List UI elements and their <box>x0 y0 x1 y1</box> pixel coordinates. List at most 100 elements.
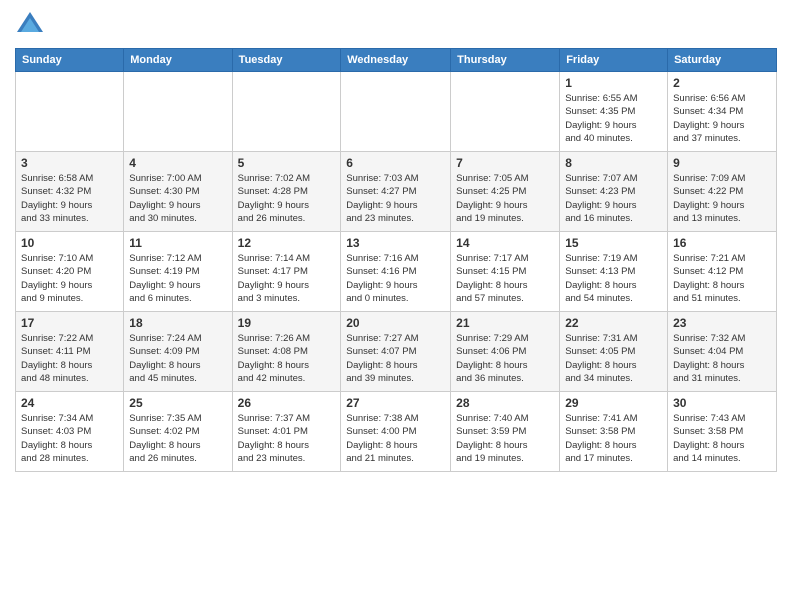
day-number: 2 <box>673 76 771 90</box>
day-number: 29 <box>565 396 662 410</box>
day-cell: 9 Sunrise: 7:09 AM Sunset: 4:22 PM Daylig… <box>668 152 777 232</box>
day-info: Sunrise: 7:16 AM Sunset: 4:16 PM Dayligh… <box>346 252 445 305</box>
day-cell: 30 Sunrise: 7:43 AM Sunset: 3:58 PM Dayli… <box>668 392 777 472</box>
day-info: Sunrise: 7:26 AM Sunset: 4:08 PM Dayligh… <box>238 332 336 385</box>
day-info: Sunrise: 7:09 AM Sunset: 4:22 PM Dayligh… <box>673 172 771 225</box>
day-number: 16 <box>673 236 771 250</box>
day-number: 14 <box>456 236 554 250</box>
weekday-header-tuesday: Tuesday <box>232 49 341 72</box>
day-cell: 4 Sunrise: 7:00 AM Sunset: 4:30 PM Daylig… <box>124 152 232 232</box>
day-cell: 8Sunrise: 7:07 AM Sunset: 4:23 PM Daylig… <box>560 152 668 232</box>
calendar: SundayMondayTuesdayWednesdayThursdayFrid… <box>15 48 777 472</box>
day-info: Sunrise: 7:03 AM Sunset: 4:27 PM Dayligh… <box>346 172 445 225</box>
weekday-header-friday: Friday <box>560 49 668 72</box>
day-info: Sunrise: 7:43 AM Sunset: 3:58 PM Dayligh… <box>673 412 771 465</box>
day-number: 15 <box>565 236 662 250</box>
day-number: 3 <box>21 156 118 170</box>
day-cell: 7 Sunrise: 7:05 AM Sunset: 4:25 PM Daylig… <box>451 152 560 232</box>
day-info: Sunrise: 7:24 AM Sunset: 4:09 PM Dayligh… <box>129 332 226 385</box>
day-info: Sunrise: 7:35 AM Sunset: 4:02 PM Dayligh… <box>129 412 226 465</box>
calendar-header: SundayMondayTuesdayWednesdayThursdayFrid… <box>16 49 777 72</box>
day-info: Sunrise: 7:32 AM Sunset: 4:04 PM Dayligh… <box>673 332 771 385</box>
day-cell: 14 Sunrise: 7:17 AM Sunset: 4:15 PM Dayli… <box>451 232 560 312</box>
day-info: Sunrise: 7:38 AM Sunset: 4:00 PM Dayligh… <box>346 412 445 465</box>
day-number: 13 <box>346 236 445 250</box>
day-cell: 16 Sunrise: 7:21 AM Sunset: 4:12 PM Dayli… <box>668 232 777 312</box>
day-number: 9 <box>673 156 771 170</box>
day-number: 11 <box>129 236 226 250</box>
day-cell: 18 Sunrise: 7:24 AM Sunset: 4:09 PM Dayli… <box>124 312 232 392</box>
day-info: Sunrise: 7:31 AM Sunset: 4:05 PM Dayligh… <box>565 332 662 385</box>
day-number: 21 <box>456 316 554 330</box>
day-cell: 11 Sunrise: 7:12 AM Sunset: 4:19 PM Dayli… <box>124 232 232 312</box>
week-row-4: 17Sunrise: 7:22 AM Sunset: 4:11 PM Dayli… <box>16 312 777 392</box>
day-info: Sunrise: 7:12 AM Sunset: 4:19 PM Dayligh… <box>129 252 226 305</box>
day-number: 25 <box>129 396 226 410</box>
day-number: 5 <box>238 156 336 170</box>
day-info: Sunrise: 7:40 AM Sunset: 3:59 PM Dayligh… <box>456 412 554 465</box>
weekday-header-monday: Monday <box>124 49 232 72</box>
day-number: 22 <box>565 316 662 330</box>
weekday-header-saturday: Saturday <box>668 49 777 72</box>
day-number: 4 <box>129 156 226 170</box>
day-cell: 1 Sunrise: 6:55 AM Sunset: 4:35 PM Daylig… <box>560 72 668 152</box>
header <box>15 10 777 40</box>
day-cell: 10 Sunrise: 7:10 AM Sunset: 4:20 PM Dayli… <box>16 232 124 312</box>
day-cell: 23 Sunrise: 7:32 AM Sunset: 4:04 PM Dayli… <box>668 312 777 392</box>
day-number: 18 <box>129 316 226 330</box>
day-number: 8 <box>565 156 662 170</box>
day-number: 6 <box>346 156 445 170</box>
day-info: Sunrise: 7:19 AM Sunset: 4:13 PM Dayligh… <box>565 252 662 305</box>
day-number: 7 <box>456 156 554 170</box>
weekday-header-wednesday: Wednesday <box>341 49 451 72</box>
day-info: Sunrise: 7:37 AM Sunset: 4:01 PM Dayligh… <box>238 412 336 465</box>
day-cell: 5 Sunrise: 7:02 AM Sunset: 4:28 PM Daylig… <box>232 152 341 232</box>
day-cell <box>451 72 560 152</box>
day-info: Sunrise: 7:17 AM Sunset: 4:15 PM Dayligh… <box>456 252 554 305</box>
day-number: 1 <box>565 76 662 90</box>
day-cell: 6 Sunrise: 7:03 AM Sunset: 4:27 PM Daylig… <box>341 152 451 232</box>
day-number: 23 <box>673 316 771 330</box>
day-cell: 13 Sunrise: 7:16 AM Sunset: 4:16 PM Dayli… <box>341 232 451 312</box>
day-cell: 27 Sunrise: 7:38 AM Sunset: 4:00 PM Dayli… <box>341 392 451 472</box>
day-cell: 3Sunrise: 6:58 AM Sunset: 4:32 PM Daylig… <box>16 152 124 232</box>
calendar-body: 1 Sunrise: 6:55 AM Sunset: 4:35 PM Daylig… <box>16 72 777 472</box>
weekday-header-thursday: Thursday <box>451 49 560 72</box>
day-cell: 26Sunrise: 7:37 AM Sunset: 4:01 PM Dayli… <box>232 392 341 472</box>
page: SundayMondayTuesdayWednesdayThursdayFrid… <box>0 0 792 612</box>
day-cell: 21 Sunrise: 7:29 AM Sunset: 4:06 PM Dayli… <box>451 312 560 392</box>
week-row-5: 24Sunrise: 7:34 AM Sunset: 4:03 PM Dayli… <box>16 392 777 472</box>
day-number: 12 <box>238 236 336 250</box>
day-info: Sunrise: 7:22 AM Sunset: 4:11 PM Dayligh… <box>21 332 118 385</box>
day-cell: 17Sunrise: 7:22 AM Sunset: 4:11 PM Dayli… <box>16 312 124 392</box>
day-cell: 22 Sunrise: 7:31 AM Sunset: 4:05 PM Dayli… <box>560 312 668 392</box>
day-cell: 28 Sunrise: 7:40 AM Sunset: 3:59 PM Dayli… <box>451 392 560 472</box>
day-cell: 12 Sunrise: 7:14 AM Sunset: 4:17 PM Dayli… <box>232 232 341 312</box>
day-number: 19 <box>238 316 336 330</box>
day-info: Sunrise: 7:14 AM Sunset: 4:17 PM Dayligh… <box>238 252 336 305</box>
day-cell: 24Sunrise: 7:34 AM Sunset: 4:03 PM Dayli… <box>16 392 124 472</box>
day-info: Sunrise: 7:21 AM Sunset: 4:12 PM Dayligh… <box>673 252 771 305</box>
day-info: Sunrise: 7:00 AM Sunset: 4:30 PM Dayligh… <box>129 172 226 225</box>
day-number: 27 <box>346 396 445 410</box>
day-info: Sunrise: 7:34 AM Sunset: 4:03 PM Dayligh… <box>21 412 118 465</box>
day-number: 30 <box>673 396 771 410</box>
day-info: Sunrise: 6:56 AM Sunset: 4:34 PM Dayligh… <box>673 92 771 145</box>
day-cell: 15 Sunrise: 7:19 AM Sunset: 4:13 PM Dayli… <box>560 232 668 312</box>
day-number: 28 <box>456 396 554 410</box>
day-cell <box>124 72 232 152</box>
day-cell: 19 Sunrise: 7:26 AM Sunset: 4:08 PM Dayli… <box>232 312 341 392</box>
day-info: Sunrise: 7:41 AM Sunset: 3:58 PM Dayligh… <box>565 412 662 465</box>
week-row-1: 1 Sunrise: 6:55 AM Sunset: 4:35 PM Daylig… <box>16 72 777 152</box>
weekday-header-sunday: Sunday <box>16 49 124 72</box>
day-info: Sunrise: 7:29 AM Sunset: 4:06 PM Dayligh… <box>456 332 554 385</box>
day-info: Sunrise: 7:02 AM Sunset: 4:28 PM Dayligh… <box>238 172 336 225</box>
day-info: Sunrise: 7:27 AM Sunset: 4:07 PM Dayligh… <box>346 332 445 385</box>
day-info: Sunrise: 7:10 AM Sunset: 4:20 PM Dayligh… <box>21 252 118 305</box>
day-cell <box>16 72 124 152</box>
weekday-row: SundayMondayTuesdayWednesdayThursdayFrid… <box>16 49 777 72</box>
day-info: Sunrise: 6:55 AM Sunset: 4:35 PM Dayligh… <box>565 92 662 145</box>
day-number: 10 <box>21 236 118 250</box>
day-number: 20 <box>346 316 445 330</box>
day-info: Sunrise: 7:05 AM Sunset: 4:25 PM Dayligh… <box>456 172 554 225</box>
